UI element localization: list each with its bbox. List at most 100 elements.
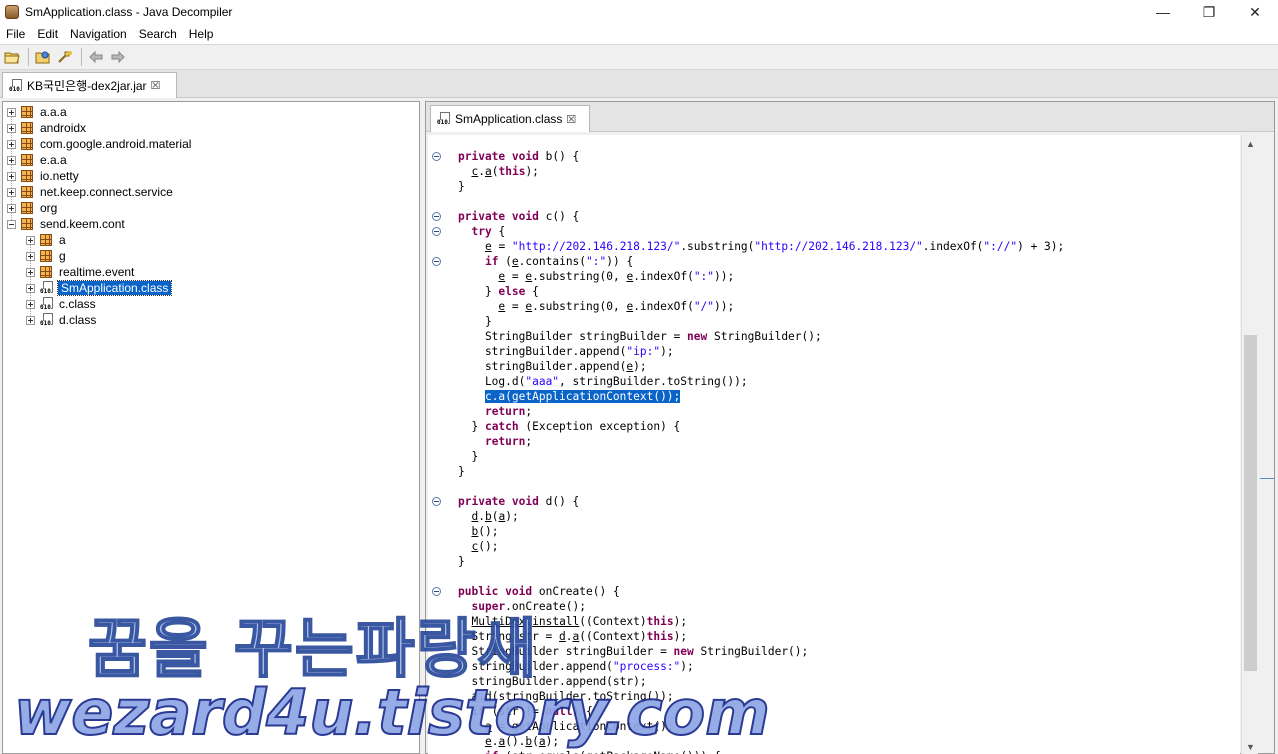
fold-collapse-icon[interactable] bbox=[432, 587, 441, 596]
menu-file[interactable]: File bbox=[0, 24, 31, 44]
fold-collapse-icon[interactable] bbox=[432, 152, 441, 161]
menu-navigation[interactable]: Navigation bbox=[64, 24, 133, 44]
package-icon bbox=[21, 154, 33, 166]
scroll-up-icon[interactable]: ▲ bbox=[1242, 135, 1259, 152]
expand-icon[interactable] bbox=[7, 139, 16, 149]
tab-close-icon[interactable]: ☒ bbox=[566, 113, 576, 126]
close-button[interactable]: ✕ bbox=[1232, 0, 1278, 24]
tree-item[interactable]: org bbox=[7, 200, 58, 216]
tree-item[interactable]: a.a.a bbox=[7, 104, 68, 120]
expand-icon[interactable] bbox=[26, 315, 35, 325]
expand-icon[interactable] bbox=[26, 299, 35, 309]
menu-search[interactable]: Search bbox=[133, 24, 183, 44]
code-line: e.a().b(a); bbox=[484, 735, 560, 748]
tree-item[interactable]: com.google.android.material bbox=[7, 136, 192, 152]
tree-item[interactable]: g bbox=[26, 248, 67, 264]
code-line: } bbox=[458, 465, 465, 478]
code-line: } else { bbox=[458, 285, 539, 298]
source-code: private void b() { c.a(this);} private v… bbox=[458, 149, 1064, 754]
expand-icon[interactable] bbox=[7, 203, 16, 213]
fold-collapse-icon[interactable] bbox=[432, 497, 441, 506]
tree-item-label: g bbox=[59, 249, 66, 263]
tree-item[interactable]: 010 d.class bbox=[26, 312, 97, 328]
menu-edit[interactable]: Edit bbox=[31, 24, 64, 44]
class-file-icon: 010 bbox=[437, 112, 450, 126]
tree-item[interactable]: realtime.event bbox=[26, 264, 135, 280]
scrollbar-thumb[interactable] bbox=[1244, 335, 1257, 671]
tree-item-label: com.google.android.material bbox=[40, 137, 192, 151]
tree-item[interactable]: e.a.a bbox=[7, 152, 68, 168]
maximize-button[interactable]: ❐ bbox=[1186, 0, 1232, 24]
window-title: SmApplication.class - Java Decompiler bbox=[25, 5, 233, 19]
package-icon bbox=[21, 122, 33, 134]
code-line: Log.d("aaa", stringBuilder.toString()); bbox=[458, 375, 748, 388]
code-line: try { bbox=[471, 225, 506, 238]
code-line: stringBuilder.append("ip:"); bbox=[458, 345, 674, 358]
overview-ruler-marker bbox=[1260, 478, 1274, 479]
tree-item[interactable]: a bbox=[26, 232, 67, 248]
fold-collapse-icon[interactable] bbox=[432, 212, 441, 221]
scroll-down-icon[interactable]: ▼ bbox=[1242, 738, 1259, 754]
tree-item[interactable]: 010 c.class bbox=[26, 296, 97, 312]
vertical-scrollbar[interactable]: ▲ ▼ bbox=[1241, 135, 1258, 754]
expand-icon[interactable] bbox=[26, 251, 35, 261]
expand-icon[interactable] bbox=[26, 283, 35, 293]
code-line: d.b(a); bbox=[471, 510, 519, 523]
tree-item-label: c.class bbox=[59, 297, 96, 311]
window-controls: — ❐ ✕ bbox=[1140, 0, 1278, 24]
code-line: private void b() { bbox=[458, 150, 580, 163]
tree-item[interactable]: net.keep.connect.service bbox=[7, 184, 174, 200]
class-file-icon: 010 bbox=[40, 297, 53, 311]
tree-item[interactable]: 010 SmApplication.class bbox=[26, 280, 173, 296]
code-line: } bbox=[458, 180, 465, 193]
code-line: StringBuilder stringBuilder = new String… bbox=[458, 645, 809, 658]
code-line: c.a(this); bbox=[471, 165, 539, 178]
expand-icon[interactable] bbox=[26, 235, 35, 245]
menu-help[interactable]: Help bbox=[183, 24, 220, 44]
tree-item-label: androidx bbox=[40, 121, 87, 135]
code-line: StringBuilder stringBuilder = new String… bbox=[458, 330, 822, 343]
code-line: } catch (Exception exception) { bbox=[458, 420, 681, 433]
code-line: stringBuilder.append(e); bbox=[458, 360, 647, 373]
toolbar-separator bbox=[28, 48, 29, 66]
minimize-button[interactable]: — bbox=[1140, 0, 1186, 24]
tree-item-label: SmApplication.class bbox=[56, 280, 173, 296]
tree-item-label: net.keep.connect.service bbox=[40, 185, 173, 199]
expand-icon[interactable] bbox=[7, 123, 16, 133]
code-line: } bbox=[458, 450, 479, 463]
code-line: String str = d.a((Context)this); bbox=[458, 630, 688, 643]
open-type-icon[interactable] bbox=[33, 47, 53, 67]
tree-item-label: realtime.event bbox=[59, 265, 135, 279]
expand-icon[interactable] bbox=[26, 267, 35, 277]
back-icon[interactable] bbox=[86, 47, 106, 67]
fold-collapse-icon[interactable] bbox=[432, 227, 441, 236]
tree-item-label: a.a.a bbox=[40, 105, 67, 119]
fold-collapse-icon[interactable] bbox=[432, 257, 441, 266]
tab-close-icon[interactable]: ☒ bbox=[151, 79, 161, 92]
tree-item-label: e.a.a bbox=[40, 153, 67, 167]
tab-archive[interactable]: 010 KB국민은행-dex2jar.jar ☒ bbox=[2, 72, 177, 98]
toolbar bbox=[0, 44, 1278, 70]
tab-smapplication-class[interactable]: 010 SmApplication.class ☒ bbox=[430, 105, 590, 132]
collapse-icon[interactable] bbox=[7, 219, 16, 229]
package-icon bbox=[40, 266, 52, 278]
open-type-hierarchy-icon[interactable] bbox=[55, 47, 75, 67]
tree-item[interactable]: io.netty bbox=[7, 168, 80, 184]
package-icon bbox=[40, 250, 52, 262]
code-line: private void c() { bbox=[458, 210, 580, 223]
code-line: public void onCreate() { bbox=[458, 585, 620, 598]
tree-item[interactable]: send.keem.cont bbox=[7, 216, 126, 232]
expand-icon[interactable] bbox=[7, 155, 16, 165]
forward-icon[interactable] bbox=[108, 47, 128, 67]
source-code-view[interactable]: private void b() { c.a(this);} private v… bbox=[428, 135, 1240, 754]
expand-icon[interactable] bbox=[7, 107, 16, 117]
package-icon bbox=[40, 234, 52, 246]
code-line: if (e.contains(":")) { bbox=[484, 255, 634, 268]
tree-item[interactable]: androidx bbox=[7, 120, 87, 136]
code-line: } bbox=[458, 315, 492, 328]
expand-icon[interactable] bbox=[7, 187, 16, 197]
expand-icon[interactable] bbox=[7, 171, 16, 181]
code-line: return; bbox=[484, 435, 533, 448]
open-file-icon[interactable] bbox=[2, 47, 22, 67]
